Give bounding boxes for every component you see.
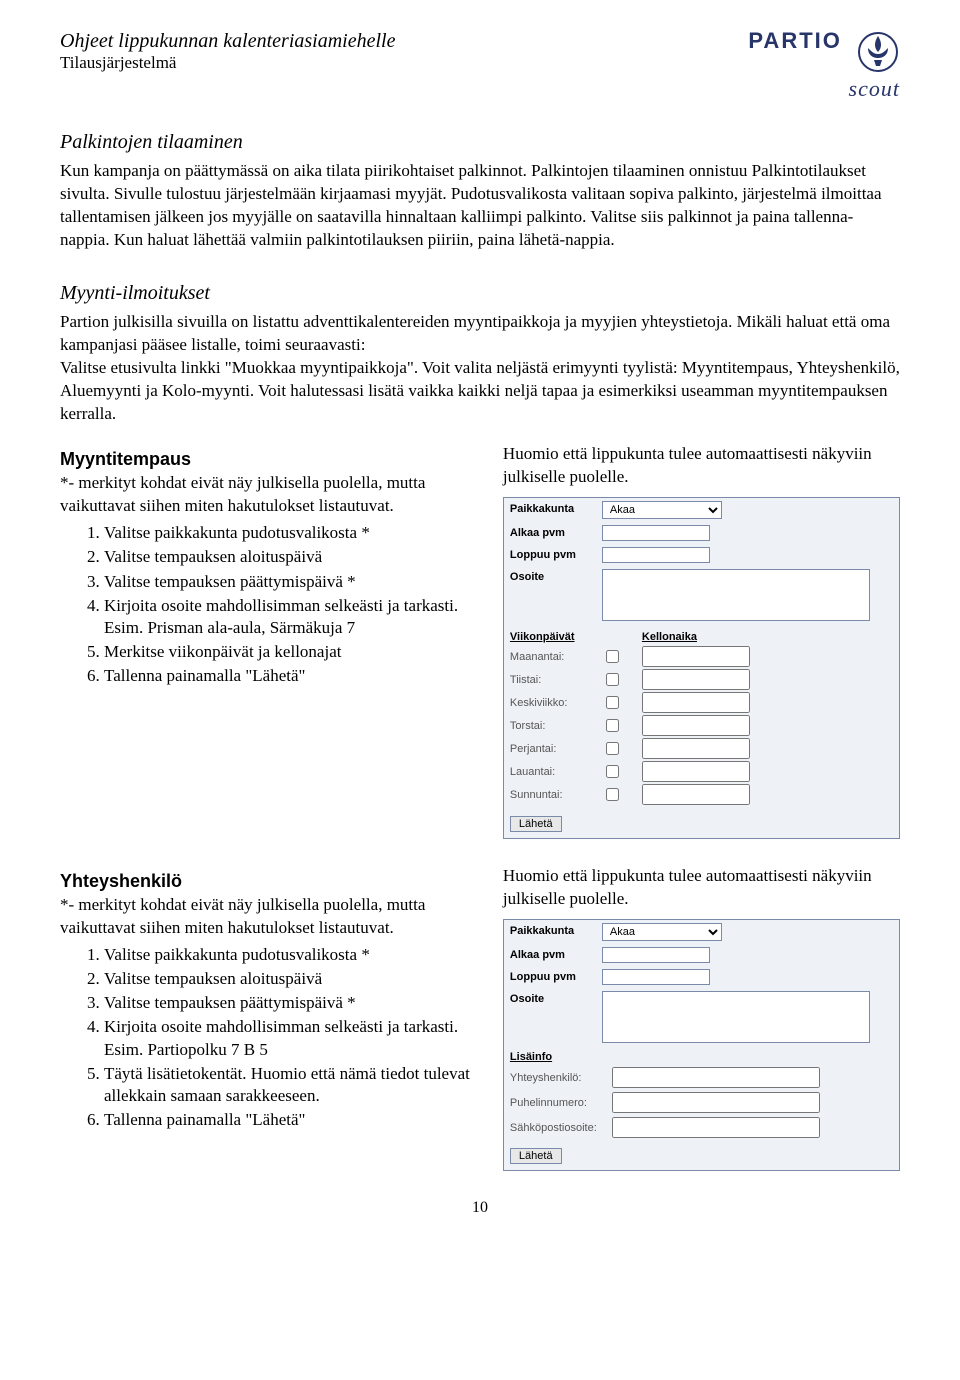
day-checkbox[interactable] bbox=[606, 650, 619, 663]
day-label: Sunnuntai: bbox=[510, 789, 602, 801]
label-loppuu: Loppuu pvm bbox=[510, 969, 602, 983]
label-alkaa: Alkaa pvm bbox=[510, 525, 602, 539]
section-myynti-title: Myynti-ilmoitukset bbox=[60, 282, 900, 305]
myyntitempaus-steps: Valitse paikkakunta pudotusvalikosta * V… bbox=[60, 522, 477, 687]
day-time-input[interactable] bbox=[642, 692, 750, 713]
day-time-input[interactable] bbox=[642, 669, 750, 690]
label-alkaa: Alkaa pvm bbox=[510, 947, 602, 961]
step: Valitse paikkakunta pudotusvalikosta * bbox=[104, 522, 477, 544]
osoite-textarea[interactable] bbox=[602, 569, 870, 621]
day-time-input[interactable] bbox=[642, 784, 750, 805]
label-puhelin: Puhelinnumero: bbox=[510, 1097, 612, 1109]
step: Valitse tempauksen aloituspäivä bbox=[104, 968, 477, 990]
day-label: Tiistai: bbox=[510, 674, 602, 686]
page-header: Ohjeet lippukunnan kalenteriasiamiehelle… bbox=[60, 30, 900, 101]
doc-subtitle: Tilausjärjestelmä bbox=[60, 53, 748, 73]
label-yhteyshenkilo: Yhteyshenkilö: bbox=[510, 1072, 612, 1084]
step: Kirjoita osoite mahdollisimman selkeästi… bbox=[104, 595, 477, 639]
yhteyshenkilo-note: *- merkityt kohdat eivät näy julkisella … bbox=[60, 894, 477, 940]
day-time-input[interactable] bbox=[642, 738, 750, 759]
loppuu-input[interactable] bbox=[602, 969, 710, 985]
logo: PARTIO scout bbox=[748, 30, 900, 101]
step: Valitse tempauksen aloituspäivä bbox=[104, 546, 477, 568]
day-label: Maanantai: bbox=[510, 651, 602, 663]
day-checkbox[interactable] bbox=[606, 742, 619, 755]
page-number: 10 bbox=[60, 1199, 900, 1217]
day-checkbox[interactable] bbox=[606, 788, 619, 801]
day-label: Torstai: bbox=[510, 720, 602, 732]
doc-title: Ohjeet lippukunnan kalenteriasiamiehelle bbox=[60, 30, 748, 53]
step: Valitse paikkakunta pudotusvalikosta * bbox=[104, 944, 477, 966]
day-checkbox[interactable] bbox=[606, 765, 619, 778]
step: Tallenna painamalla "Lähetä" bbox=[104, 665, 477, 687]
yhteyshenkilo-steps: Valitse paikkakunta pudotusvalikosta * V… bbox=[60, 944, 477, 1131]
day-label: Lauantai: bbox=[510, 766, 602, 778]
section-myynti-body: Partion julkisilla sivuilla on listattu … bbox=[60, 311, 900, 426]
submit-button[interactable]: Lähetä bbox=[510, 816, 562, 832]
step: Valitse tempauksen päättymispäivä * bbox=[104, 992, 477, 1014]
yhteyshenkilo-form: Paikkakunta Akaa Alkaa pvm Loppuu pvm bbox=[503, 919, 900, 1171]
step: Merkitse viikonpäivät ja kellonajat bbox=[104, 641, 477, 663]
yhteyshenkilo-right-note: Huomio että lippukunta tulee automaattis… bbox=[503, 865, 900, 911]
section-palkintojen-title: Palkintojen tilaaminen bbox=[60, 131, 900, 154]
step: Kirjoita osoite mahdollisimman selkeästi… bbox=[104, 1016, 477, 1060]
day-time-input[interactable] bbox=[642, 646, 750, 667]
fleur-de-lis-icon bbox=[856, 30, 900, 78]
step: Valitse tempauksen päättymispäivä * bbox=[104, 571, 477, 593]
logo-scout: scout bbox=[849, 76, 900, 101]
alkaa-input[interactable] bbox=[602, 947, 710, 963]
day-checkbox[interactable] bbox=[606, 719, 619, 732]
day-label: Perjantai: bbox=[510, 743, 602, 755]
osoite-textarea[interactable] bbox=[602, 991, 870, 1043]
label-paikkakunta: Paikkakunta bbox=[510, 923, 602, 937]
myyntitempaus-heading: Myyntitempaus bbox=[60, 449, 477, 470]
col-kellonaika: Kellonaika bbox=[642, 631, 697, 643]
label-osoite: Osoite bbox=[510, 991, 602, 1005]
day-checkbox[interactable] bbox=[606, 673, 619, 686]
myyntitempaus-form: Paikkakunta Akaa Alkaa pvm Loppuu pvm bbox=[503, 497, 900, 839]
label-sahkoposti: Sähköpostiosoite: bbox=[510, 1122, 612, 1134]
submit-button[interactable]: Lähetä bbox=[510, 1148, 562, 1164]
day-label: Keskiviikko: bbox=[510, 697, 602, 709]
label-paikkakunta: Paikkakunta bbox=[510, 501, 602, 515]
puhelin-input[interactable] bbox=[612, 1092, 820, 1113]
label-loppuu: Loppuu pvm bbox=[510, 547, 602, 561]
day-time-input[interactable] bbox=[642, 761, 750, 782]
myyntitempaus-right-note: Huomio että lippukunta tulee automaattis… bbox=[503, 443, 900, 489]
yhteyshenkilo-input[interactable] bbox=[612, 1067, 820, 1088]
paikkakunta-select[interactable]: Akaa bbox=[602, 923, 722, 941]
loppuu-input[interactable] bbox=[602, 547, 710, 563]
step: Tallenna painamalla "Lähetä" bbox=[104, 1109, 477, 1131]
col-viikonpaivat: Viikonpäivät bbox=[510, 631, 602, 643]
day-checkbox[interactable] bbox=[606, 696, 619, 709]
myyntitempaus-note: *- merkityt kohdat eivät näy julkisella … bbox=[60, 472, 477, 518]
sahkoposti-input[interactable] bbox=[612, 1117, 820, 1138]
step: Täytä lisätietokentät. Huomio että nämä … bbox=[104, 1063, 477, 1107]
alkaa-input[interactable] bbox=[602, 525, 710, 541]
paikkakunta-select[interactable]: Akaa bbox=[602, 501, 722, 519]
section-palkintojen-body: Kun kampanja on päättymässä on aika tila… bbox=[60, 160, 900, 252]
yhteyshenkilo-heading: Yhteyshenkilö bbox=[60, 871, 477, 892]
label-lisainfo: Lisäinfo bbox=[510, 1049, 893, 1065]
logo-partio: PARTIO bbox=[748, 28, 841, 53]
label-osoite: Osoite bbox=[510, 569, 602, 583]
day-time-input[interactable] bbox=[642, 715, 750, 736]
